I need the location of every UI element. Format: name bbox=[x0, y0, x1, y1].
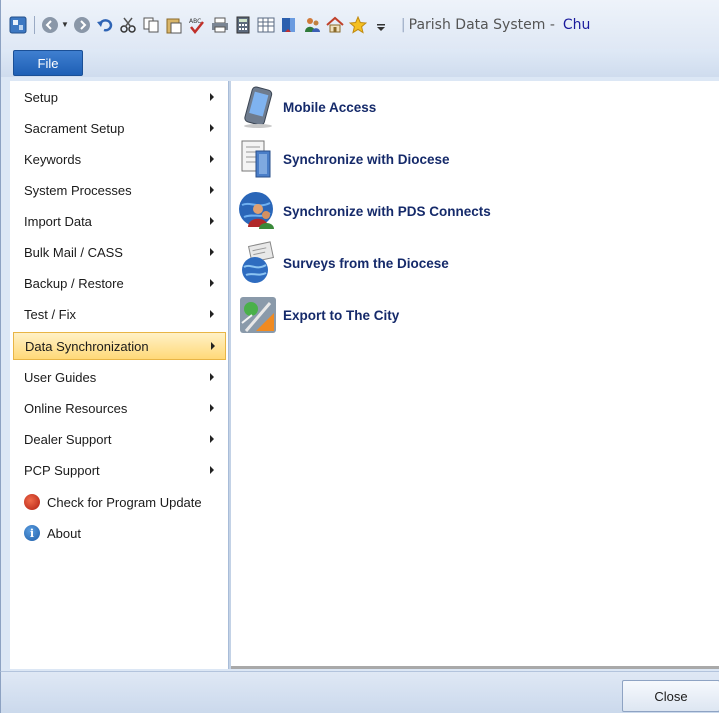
menu-item-label: Backup / Restore bbox=[24, 275, 124, 291]
toolbar-separator bbox=[34, 15, 35, 34]
svg-text:ABC: ABC bbox=[189, 18, 201, 25]
submenu-arrow-icon bbox=[210, 310, 214, 318]
menu-item-label: Dealer Support bbox=[24, 431, 112, 447]
spellcheck-icon[interactable]: ABC bbox=[188, 16, 206, 34]
menu-item-label: Keywords bbox=[24, 151, 82, 167]
menu-item-label: Import Data bbox=[24, 213, 92, 229]
survey-globe-icon bbox=[235, 240, 281, 286]
update-icon bbox=[24, 494, 40, 510]
menu-item-online-resources[interactable]: Online Resources bbox=[13, 394, 226, 422]
submenu-arrow-icon bbox=[210, 217, 214, 225]
menu-item-label: User Guides bbox=[24, 369, 97, 385]
action-synchronize-with-pds-connects[interactable]: Synchronize with PDS Connects bbox=[235, 187, 715, 235]
menu-item-label: Data Synchronization bbox=[25, 338, 149, 354]
backstage-menu: Setup Sacrament Setup Keywords System Proce… bbox=[10, 81, 228, 669]
book-icon[interactable] bbox=[280, 16, 298, 34]
menu-item-system-processes[interactable]: System Processes bbox=[13, 176, 226, 204]
action-label: Surveys from the Diocese bbox=[283, 255, 449, 271]
menu-item-label: PCP Support bbox=[24, 462, 100, 478]
title-bar: ▼ ABC | Parish Data System - Chu bbox=[0, 0, 719, 49]
submenu-arrow-icon bbox=[210, 155, 214, 163]
action-label: Mobile Access bbox=[283, 99, 377, 115]
app-title: Parish Data System - bbox=[408, 16, 555, 33]
menu-item-test-fix[interactable]: Test / Fix bbox=[13, 300, 226, 328]
action-surveys-from-the-diocese[interactable]: Surveys from the Diocese bbox=[235, 239, 715, 287]
back-dropdown-icon[interactable]: ▼ bbox=[61, 20, 69, 29]
print-icon[interactable] bbox=[211, 16, 229, 34]
submenu-arrow-icon bbox=[210, 373, 214, 381]
submenu-arrow-icon bbox=[210, 279, 214, 287]
favorites-star-icon[interactable] bbox=[348, 15, 367, 34]
quick-access-toolbar: ▼ ABC bbox=[9, 12, 395, 38]
panel-bottom-border bbox=[231, 666, 719, 669]
menu-item-pcp-support[interactable]: PCP Support bbox=[13, 456, 226, 484]
action-label: Synchronize with PDS Connects bbox=[283, 203, 491, 219]
submenu-arrow-icon bbox=[210, 404, 214, 412]
submenu-arrow-icon bbox=[210, 186, 214, 194]
file-tab[interactable]: File bbox=[13, 50, 83, 76]
home-icon[interactable] bbox=[326, 16, 344, 34]
menu-item-user-guides[interactable]: User Guides bbox=[13, 363, 226, 391]
paste-icon[interactable] bbox=[165, 16, 183, 34]
menu-item-about[interactable]: i About bbox=[13, 519, 226, 547]
app-title-suffix: Chu bbox=[562, 16, 591, 33]
menu-item-bulk-mail-cass[interactable]: Bulk Mail / CASS bbox=[13, 238, 226, 266]
city-export-icon bbox=[235, 292, 281, 338]
ribbon-tab-row: File bbox=[0, 49, 719, 77]
action-label: Export to The City bbox=[283, 307, 400, 323]
undo-icon[interactable] bbox=[96, 16, 114, 34]
submenu-panel: Mobile Access Synchronize with Diocese Syn… bbox=[231, 81, 719, 669]
menu-item-label: Bulk Mail / CASS bbox=[24, 244, 123, 260]
menu-item-label: Setup bbox=[24, 89, 58, 105]
menu-item-import-data[interactable]: Import Data bbox=[13, 207, 226, 235]
back-icon[interactable] bbox=[41, 16, 59, 34]
menu-item-label: Sacrament Setup bbox=[24, 120, 125, 136]
menu-item-backup-restore[interactable]: Backup / Restore bbox=[13, 269, 226, 297]
mobile-device-icon bbox=[235, 84, 281, 130]
copy-icon[interactable] bbox=[142, 16, 160, 34]
submenu-arrow-icon bbox=[210, 124, 214, 132]
close-button[interactable]: Close bbox=[622, 680, 719, 712]
menu-item-data-synchronization[interactable]: Data Synchronization bbox=[13, 332, 226, 360]
menu-item-check-for-program-update[interactable]: Check for Program Update bbox=[13, 488, 226, 516]
submenu-arrow-icon bbox=[211, 342, 215, 350]
action-export-to-the-city[interactable]: Export to The City bbox=[235, 291, 715, 339]
customize-dropdown-icon[interactable] bbox=[372, 16, 390, 34]
people-icon[interactable] bbox=[303, 16, 321, 34]
submenu-arrow-icon bbox=[210, 435, 214, 443]
action-synchronize-with-diocese[interactable]: Synchronize with Diocese bbox=[235, 135, 715, 183]
info-icon: i bbox=[24, 525, 40, 541]
menu-item-label: About bbox=[47, 525, 81, 541]
forward-icon[interactable] bbox=[73, 16, 91, 34]
window-title: | Parish Data System - Chu bbox=[401, 17, 591, 33]
menu-item-setup[interactable]: Setup bbox=[13, 83, 226, 111]
title-separator: | bbox=[400, 16, 406, 33]
action-mobile-access[interactable]: Mobile Access bbox=[235, 83, 715, 131]
menu-item-dealer-support[interactable]: Dealer Support bbox=[13, 425, 226, 453]
app-icon[interactable] bbox=[9, 16, 27, 34]
submenu-arrow-icon bbox=[210, 466, 214, 474]
cut-icon[interactable] bbox=[119, 16, 137, 34]
submenu-arrow-icon bbox=[210, 248, 214, 256]
menu-item-label: Test / Fix bbox=[24, 306, 77, 322]
submenu-arrow-icon bbox=[210, 93, 214, 101]
calculator-icon[interactable] bbox=[234, 16, 252, 34]
menu-item-label: Check for Program Update bbox=[47, 494, 202, 510]
status-bar: Close bbox=[0, 671, 719, 713]
document-sync-icon bbox=[235, 136, 281, 182]
table-icon[interactable] bbox=[257, 16, 275, 34]
backstage-view: Setup Sacrament Setup Keywords System Proce… bbox=[0, 77, 719, 671]
action-label: Synchronize with Diocese bbox=[283, 151, 450, 167]
menu-item-sacrament-setup[interactable]: Sacrament Setup bbox=[13, 114, 226, 142]
menu-item-label: System Processes bbox=[24, 182, 132, 198]
menu-item-label: Online Resources bbox=[24, 400, 128, 416]
globe-people-icon bbox=[235, 188, 281, 234]
menu-item-keywords[interactable]: Keywords bbox=[13, 145, 226, 173]
